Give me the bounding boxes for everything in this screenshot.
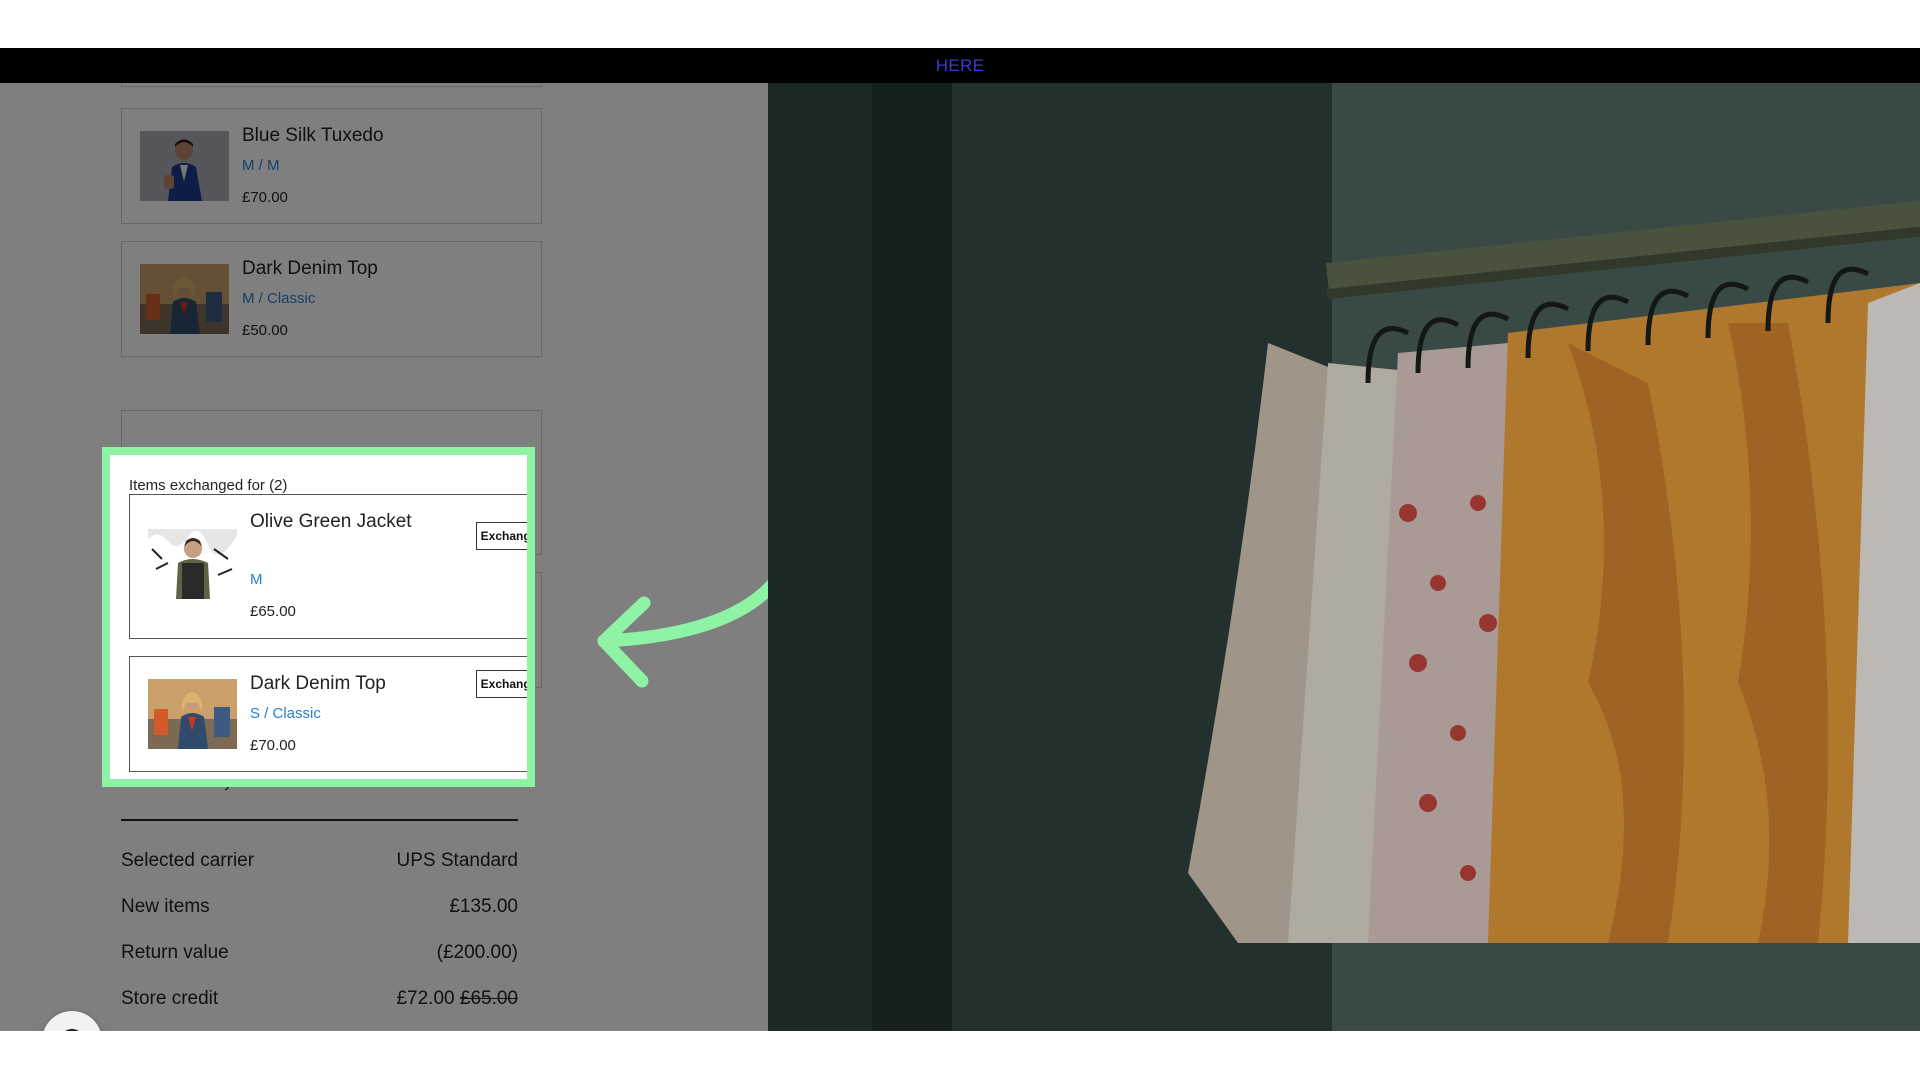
summary-label: Return value [121,942,229,963]
item-name: Dark Denim Top [250,673,386,694]
item-price: £50.00 [242,322,288,339]
summary-row-new-items: New items £135.00 [121,896,518,918]
product-thumbnail [148,679,237,749]
summary-row-store-credit: Store credit £72.00 £65.00 [121,988,518,1010]
product-thumbnail [140,264,229,334]
pointer-arrow-icon [597,579,768,688]
item-variant: S / Classic [250,705,321,722]
exchange-button[interactable]: Exchange [476,522,527,550]
exchange-item-card[interactable]: Olive Green Jacket M £65.00 Exchange [129,494,527,639]
item-variant: M / Classic [242,290,316,307]
item-name: Blue Silk Tuxedo [242,125,384,146]
exchanged-items-highlight: Items exchanged for (2) Olive Green Jack… [102,447,535,787]
return-item-card[interactable]: Dark Denim Top M / Classic £50.00 [121,241,542,357]
top-banner: HERE [0,48,1920,83]
summary-value: UPS Standard [396,850,518,871]
summary-divider [121,819,518,821]
return-item-card[interactable]: Blue Silk Tuxedo M / M £70.00 [121,108,542,224]
previous-item-card [121,83,542,87]
item-price: £65.00 [250,603,296,620]
item-price: £70.00 [242,189,288,206]
banner-text: HERE [935,55,985,75]
return-page: Blue Silk Tuxedo M / M £70.00 Dark Denim… [0,83,768,1031]
summary-value: (£200.00) [436,942,518,963]
summary-value-group: £72.00 £65.00 [396,988,518,1010]
exchange-item-card[interactable]: Dark Denim Top S / Classic £70.00 Exchan… [129,656,527,772]
item-variant: M [250,571,263,588]
summary-value: £135.00 [449,896,518,917]
summary-label: New items [121,896,210,917]
summary-value: £72.00 [396,988,455,1009]
exchange-button[interactable]: Exchange [476,670,527,698]
item-name: Dark Denim Top [242,258,378,279]
item-price: £70.00 [250,737,296,754]
clothing-rack-photo [768,83,1920,1031]
hero-image [768,83,1920,1031]
summary-row-return-value: Return value (£200.00) [121,942,518,964]
main-stage: Blue Silk Tuxedo M / M £70.00 Dark Denim… [0,83,1920,1031]
item-variant: M / M [242,157,280,174]
summary-old-value: £65.00 [459,988,518,1009]
summary-label: Store credit [121,988,219,1009]
exchanged-items-title: Items exchanged for (2) [129,477,288,494]
summary-row-carrier: Selected carrier UPS Standard [121,850,518,872]
product-thumbnail [148,529,237,599]
support-icon [65,1028,79,1031]
summary-label: Selected carrier [121,850,255,871]
product-thumbnail [140,131,229,201]
item-name: Olive Green Jacket [250,511,412,532]
